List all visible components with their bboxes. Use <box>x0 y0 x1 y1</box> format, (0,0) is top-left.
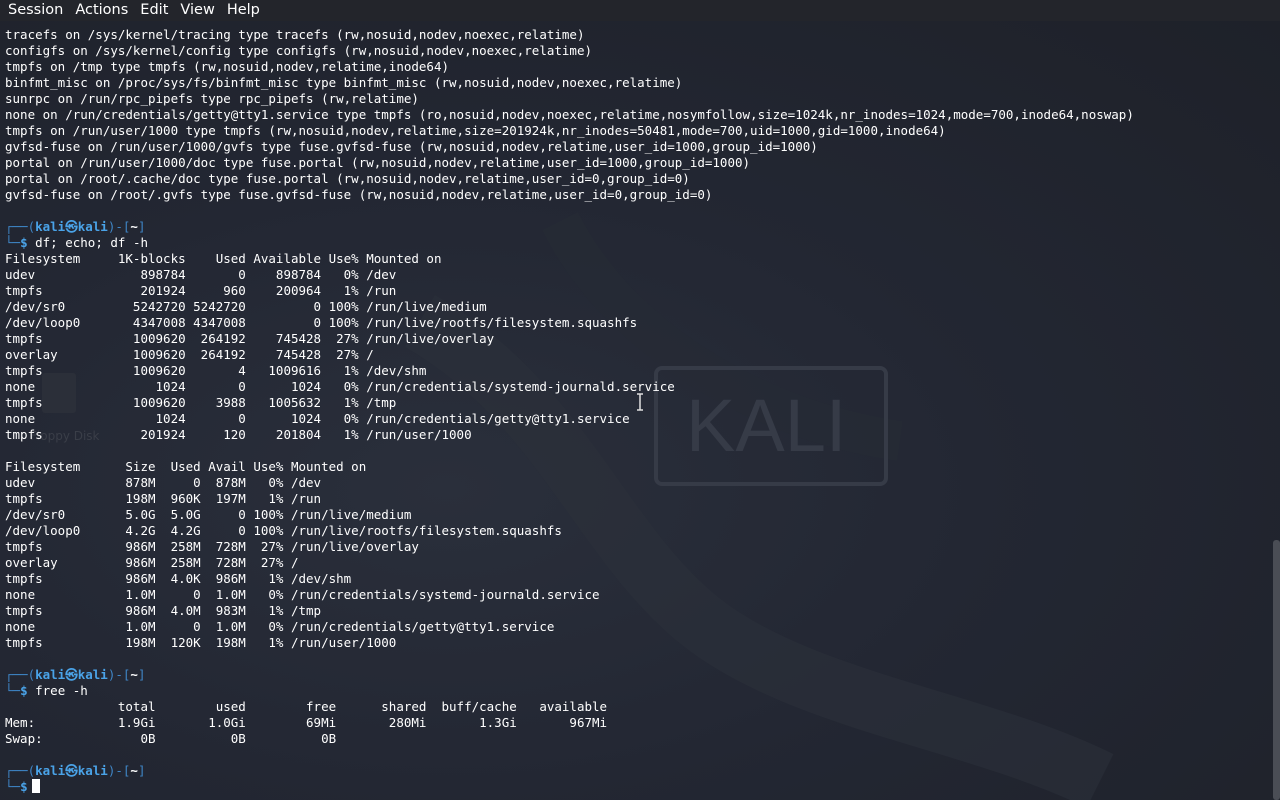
ibeam-cursor-icon <box>637 393 643 411</box>
mount-line: none on /run/credentials/getty@tty1.serv… <box>5 107 1134 122</box>
mount-line: portal on /root/.cache/doc type fuse.por… <box>5 171 690 186</box>
prompt-header: ┌──(kali㉿kali)-[~] <box>5 763 146 778</box>
dfh-line: tmpfs 986M 4.0K 986M 1% /dev/shm <box>5 571 352 586</box>
dfh-line: none 1.0M 0 1.0M 0% /run/credentials/sys… <box>5 587 600 602</box>
mount-line: tmpfs on /tmp type tmpfs (rw,nosuid,node… <box>5 59 450 74</box>
df-line: tmpfs 1009620 264192 745428 27% /run/liv… <box>5 331 495 346</box>
free-line: Swap: 0B 0B 0B <box>5 731 337 746</box>
text-cursor <box>31 779 40 793</box>
df-line: tmpfs 201924 960 200964 1% /run <box>5 283 397 298</box>
prompt-dir: ~ <box>130 763 138 778</box>
dfh-line: Filesystem Size Used Avail Use% Mounted … <box>5 459 367 474</box>
mount-line: binfmt_misc on /proc/sys/fs/binfmt_misc … <box>5 75 683 90</box>
command-free: free -h <box>35 683 88 698</box>
free-line: Mem: 1.9Gi 1.0Gi 69Mi 280Mi 1.3Gi 967Mi <box>5 715 608 730</box>
df-line: udev 898784 0 898784 0% /dev <box>5 267 397 282</box>
free-output: total used free shared buff/cache availa… <box>5 699 1265 747</box>
dfh-output: Filesystem Size Used Avail Use% Mounted … <box>5 459 1265 651</box>
dfh-line: tmpfs 198M 960K 197M 1% /run <box>5 491 322 506</box>
prompt-symbol: $ <box>20 683 28 698</box>
prompt-host: kali <box>77 219 108 234</box>
prompt-user: kali <box>35 667 66 682</box>
menu-view[interactable]: View <box>172 0 214 21</box>
prompt-dir: ~ <box>130 219 138 234</box>
prompt-header: ┌──(kali㉿kali)-[~] <box>5 219 146 234</box>
prompt-user: kali <box>35 219 66 234</box>
dfh-line: tmpfs 986M 258M 728M 27% /run/live/overl… <box>5 539 419 554</box>
prompt-host: kali <box>77 763 108 778</box>
prompt-host: kali <box>77 667 108 682</box>
dfh-line: tmpfs 986M 4.0M 983M 1% /tmp <box>5 603 322 618</box>
mount-line: sunrpc on /run/rpc_pipefs type rpc_pipef… <box>5 91 419 106</box>
dfh-line: none 1.0M 0 1.0M 0% /run/credentials/get… <box>5 619 555 634</box>
command-df: df; echo; df -h <box>35 235 149 250</box>
mount-line: gvfsd-fuse on /run/user/1000/gvfs type f… <box>5 139 818 154</box>
prompt-dir: ~ <box>130 667 138 682</box>
mount-output: tracefs on /sys/kernel/tracing type trac… <box>5 27 1265 203</box>
dfh-line: udev 878M 0 878M 0% /dev <box>5 475 322 490</box>
df-line: none 1024 0 1024 0% /run/credentials/sys… <box>5 379 675 394</box>
prompt-header: ┌──(kali㉿kali)-[~] <box>5 667 146 682</box>
df-line: overlay 1009620 264192 745428 27% / <box>5 347 374 362</box>
menu-actions[interactable]: Actions <box>67 0 128 21</box>
prompt-symbol: $ <box>20 779 28 794</box>
dfh-line: /dev/sr0 5.0G 5.0G 0 100% /run/live/medi… <box>5 507 412 522</box>
df-line: tmpfs 1009620 3988 1005632 1% /tmp <box>5 395 397 410</box>
df-line: Filesystem 1K-blocks Used Available Use%… <box>5 251 442 266</box>
free-line: total used free shared buff/cache availa… <box>5 699 608 714</box>
df-output: Filesystem 1K-blocks Used Available Use%… <box>5 251 1265 443</box>
prompt-command-line: └─$ df; echo; df -h <box>5 235 149 250</box>
prompt-command-line: └─$ free -h <box>5 683 88 698</box>
dfh-line: overlay 986M 258M 728M 27% / <box>5 555 299 570</box>
mount-line: configfs on /sys/kernel/config type conf… <box>5 43 592 58</box>
menu-edit[interactable]: Edit <box>132 0 168 21</box>
mount-line: tmpfs on /run/user/1000 type tmpfs (rw,n… <box>5 123 946 138</box>
active-prompt-line[interactable]: └─$ <box>5 779 1265 795</box>
mount-line: portal on /run/user/1000/doc type fuse.p… <box>5 155 751 170</box>
menu-bar: Session Actions Edit View Help <box>0 0 1280 21</box>
dfh-line: tmpfs 198M 120K 198M 1% /run/user/1000 <box>5 635 397 650</box>
prompt-symbol: $ <box>20 235 28 250</box>
df-line: tmpfs 1009620 4 1009616 1% /dev/shm <box>5 363 427 378</box>
mount-line: tracefs on /sys/kernel/tracing type trac… <box>5 27 585 42</box>
menu-help[interactable]: Help <box>219 0 260 21</box>
terminal-output[interactable]: tracefs on /sys/kernel/tracing type trac… <box>5 27 1265 797</box>
df-line: /dev/loop0 4347008 4347008 0 100% /run/l… <box>5 315 638 330</box>
df-line: none 1024 0 1024 0% /run/credentials/get… <box>5 411 630 426</box>
menu-session[interactable]: Session <box>0 0 63 21</box>
scrollbar-thumb[interactable] <box>1273 540 1280 800</box>
df-line: tmpfs 201924 120 201804 1% /run/user/100… <box>5 427 472 442</box>
prompt-user: kali <box>35 763 66 778</box>
dfh-line: /dev/loop0 4.2G 4.2G 0 100% /run/live/ro… <box>5 523 562 538</box>
mount-line: gvfsd-fuse on /root/.gvfs type fuse.gvfs… <box>5 187 713 202</box>
df-line: /dev/sr0 5242720 5242720 0 100% /run/liv… <box>5 299 487 314</box>
